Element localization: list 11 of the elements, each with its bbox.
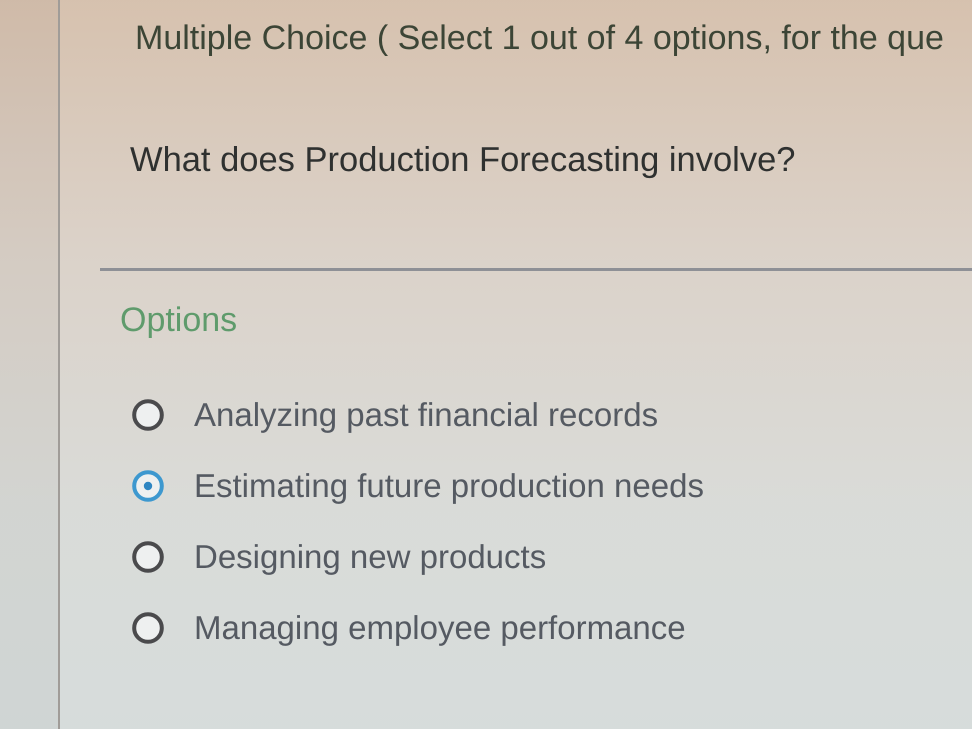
question-text: What does Production Forecasting involve? <box>130 140 796 180</box>
option-label[interactable]: Estimating future production needs <box>194 466 704 506</box>
instruction-heading: Multiple Choice ( Select 1 out of 4 options, for the que <box>135 18 944 58</box>
option-label[interactable]: Designing new products <box>194 537 546 577</box>
radio-button[interactable] <box>132 399 164 431</box>
options-heading: Options <box>120 300 238 340</box>
radio-button[interactable] <box>132 470 164 502</box>
option-label[interactable]: Analyzing past financial records <box>194 395 658 435</box>
option-label[interactable]: Managing employee performance <box>194 608 686 648</box>
radio-button[interactable] <box>132 541 164 573</box>
radio-button[interactable] <box>132 612 164 644</box>
